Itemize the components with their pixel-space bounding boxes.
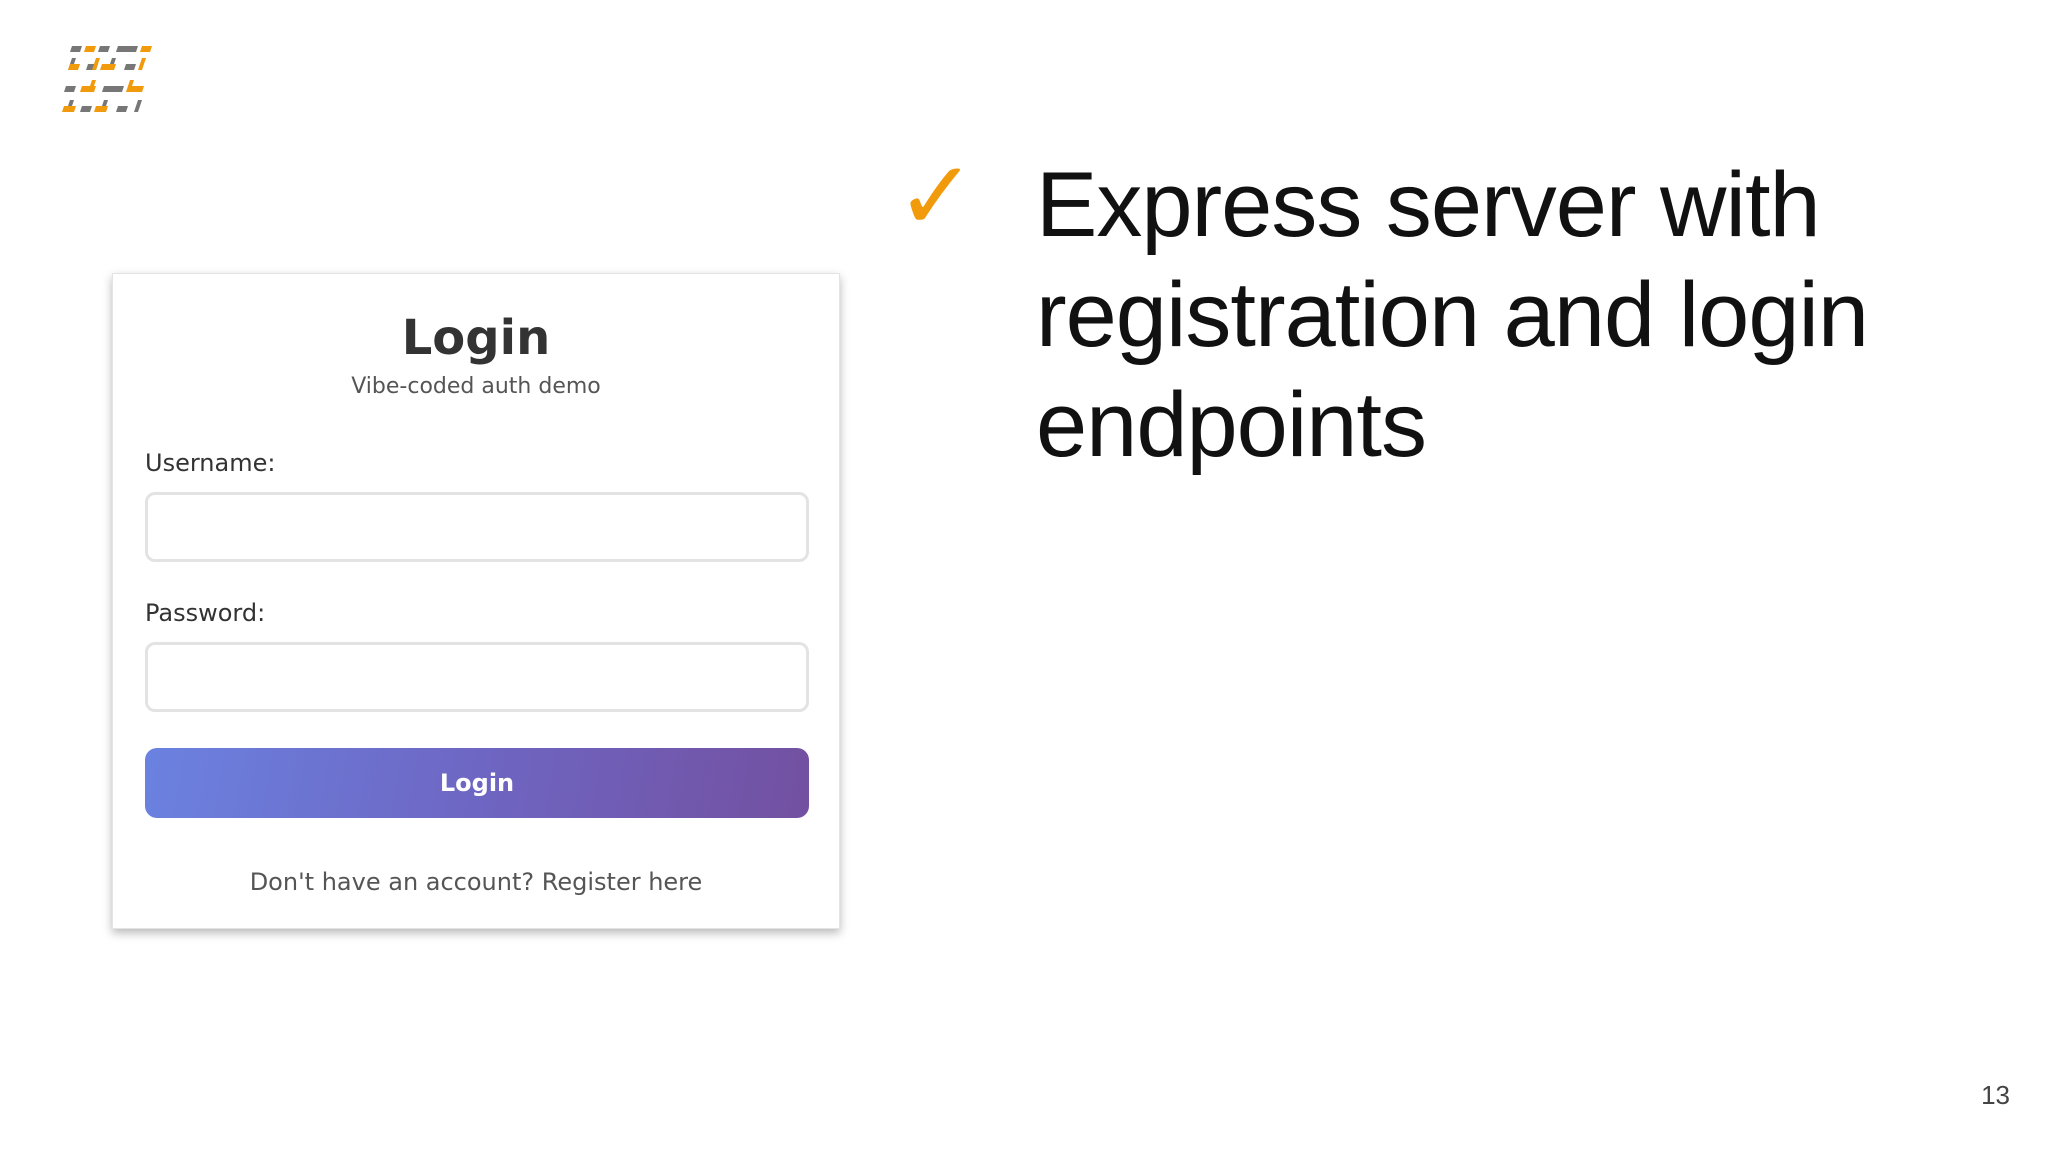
checkmark-icon: ✓ [896,140,977,252]
slide: Login Vibe-coded auth demo Username: Pas… [0,0,2048,1152]
register-link[interactable]: Don't have an account? Register here [250,868,703,896]
password-field[interactable] [145,642,809,712]
page-number: 13 [1981,1080,2010,1110]
brand-logo-icon [62,46,152,112]
login-button[interactable]: Login [145,748,809,818]
login-subtitle: Vibe-coded auth demo [351,374,601,399]
bullet-text: Express server with registration and log… [1036,154,1869,476]
password-label: Password: [145,599,266,627]
register-prompt[interactable]: Don't have an account? Register here [113,868,839,896]
username-label: Username: [145,449,276,477]
username-field[interactable] [145,492,809,562]
login-title: Login [401,310,551,366]
login-card: Login Vibe-coded auth demo Username: Pas… [112,273,840,929]
